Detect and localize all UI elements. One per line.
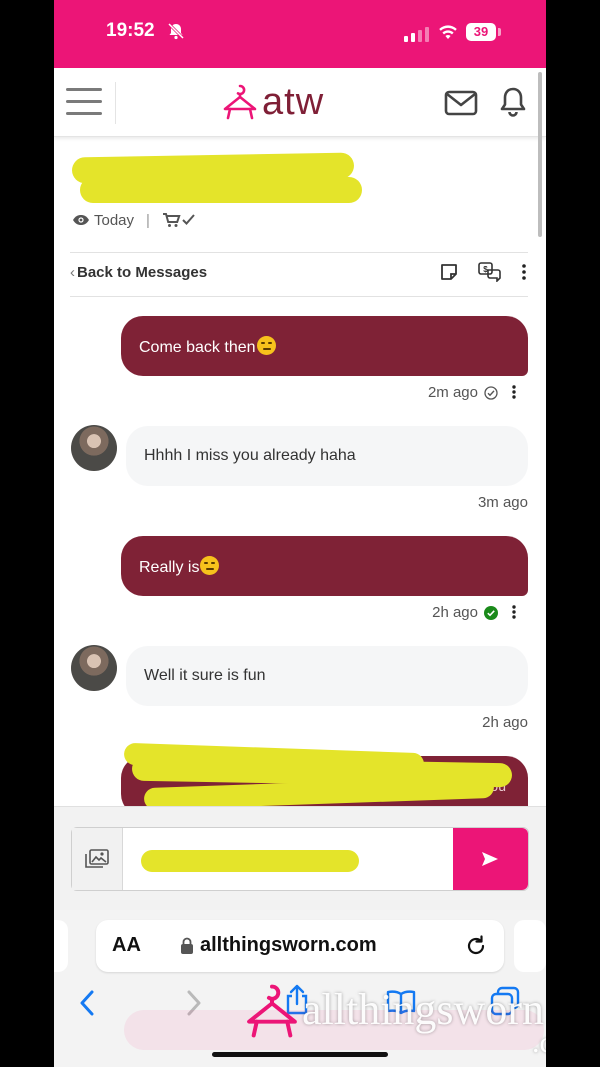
images-icon — [85, 849, 109, 868]
message-text: Well it sure is fun — [144, 667, 266, 684]
battery-indicator: 39 — [466, 23, 496, 41]
message-text: Come back then — [139, 339, 256, 356]
chevron-left-icon: ‹ — [70, 264, 75, 281]
paid-message-icon[interactable]: $ — [478, 262, 502, 282]
battery-tip — [498, 28, 501, 36]
status-time: 19:52 — [106, 20, 155, 41]
message-options-icon[interactable] — [512, 385, 516, 399]
message-input-field[interactable] — [123, 828, 453, 890]
back-to-messages-link[interactable]: ‹ Back to Messages — [70, 264, 207, 281]
message-timestamp: 2m ago — [428, 384, 498, 401]
note-icon[interactable] — [440, 263, 458, 281]
unamused-face-emoji — [200, 556, 220, 575]
cellular-signal-icon — [404, 27, 429, 42]
cart-check-icon — [162, 213, 195, 227]
profile-meta: Today | — [72, 210, 196, 230]
toolbar-icons: $ — [440, 262, 526, 282]
divider-top — [70, 252, 528, 253]
message-timestamp: 2h ago — [482, 714, 528, 731]
phone-screen: 19:52 39 atw Today | ‹ Back to Messages … — [54, 0, 546, 1067]
back-icon[interactable] — [79, 990, 95, 1016]
send-button[interactable] — [453, 828, 528, 890]
site-logo[interactable]: atw — [222, 80, 324, 124]
previous-tab-preview[interactable] — [54, 920, 68, 972]
message-bubble-incoming: Hhhh I miss you already haha — [126, 426, 528, 486]
notification-bell-icon[interactable] — [498, 86, 528, 118]
read-check-icon — [484, 605, 498, 620]
message-timestamp: 3m ago — [477, 494, 528, 511]
back-to-messages-label: Back to Messages — [77, 264, 208, 281]
message-toolbar: ‹ Back to Messages $ — [70, 262, 530, 284]
header-divider — [115, 82, 116, 124]
redaction-mark — [141, 850, 359, 872]
lock-icon — [181, 937, 193, 954]
send-icon — [482, 852, 498, 866]
sent-check-icon — [484, 385, 498, 400]
meta-separator: | — [146, 211, 150, 229]
address-bar[interactable]: AA allthingsworn.com — [96, 920, 504, 972]
message-bubble-incoming: Well it sure is fun — [126, 646, 528, 706]
svg-text:$: $ — [483, 265, 488, 274]
unamused-face-emoji — [256, 336, 276, 355]
message-input-box — [71, 827, 529, 891]
page-scrollbar[interactable] — [538, 72, 542, 237]
message-bubble-outgoing: Really is — [121, 536, 528, 596]
message-timestamp: 2h ago — [432, 604, 498, 621]
attach-image-button[interactable] — [72, 828, 123, 890]
avatar[interactable] — [71, 645, 117, 691]
site-header: atw — [54, 68, 546, 137]
bell-mute-icon — [167, 22, 185, 40]
compose-area — [54, 806, 546, 911]
home-indicator[interactable] — [212, 1052, 388, 1057]
message-options-icon[interactable] — [512, 605, 516, 619]
message-text: Really is — [139, 559, 200, 576]
url-text: allthingsworn.com — [200, 934, 377, 956]
watermark-hanger-icon — [247, 984, 297, 1038]
reader-settings-button[interactable]: AA — [112, 934, 141, 957]
more-options-icon[interactable] — [522, 264, 526, 280]
avatar[interactable] — [71, 425, 117, 471]
mail-icon[interactable] — [444, 90, 478, 116]
status-bar: 19:52 39 — [54, 0, 546, 68]
watermark-text: allthingsworn — [302, 985, 544, 1034]
last-seen-text: Today — [94, 211, 135, 229]
watermark-suffix: .com — [532, 1026, 546, 1059]
message-text: Hhhh I miss you already haha — [144, 447, 356, 464]
eye-icon — [73, 215, 89, 225]
reload-icon[interactable] — [464, 934, 488, 958]
next-tab-preview[interactable] — [514, 920, 546, 972]
divider-bottom — [70, 296, 528, 297]
brand-name: atw — [262, 80, 325, 123]
hanger-logo-icon — [223, 84, 257, 120]
wifi-icon — [439, 25, 457, 39]
message-bubble-outgoing: Come back then — [121, 316, 528, 376]
menu-icon[interactable] — [66, 88, 102, 116]
conversation-partner-name-redacted — [71, 152, 362, 203]
